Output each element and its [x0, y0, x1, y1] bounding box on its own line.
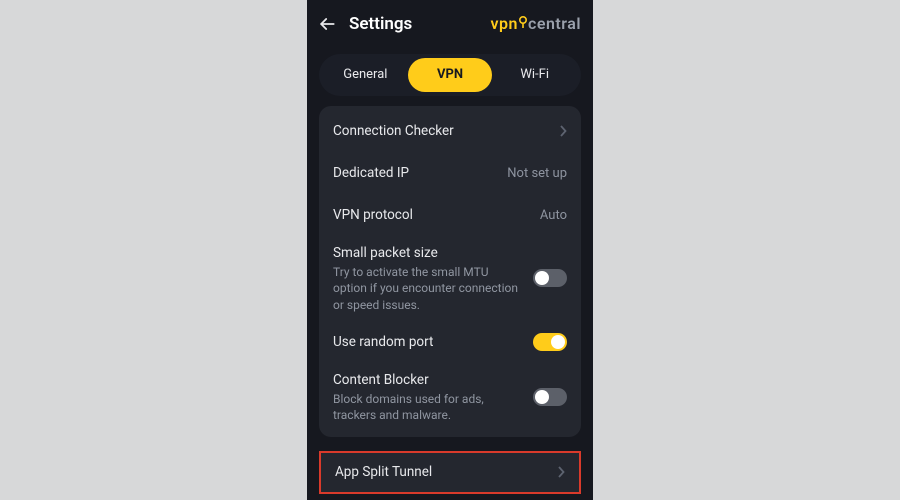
row-content-blocker: Content Blocker Block domains used for a…: [333, 363, 567, 432]
row-connection-checker[interactable]: Connection Checker: [333, 110, 567, 152]
dedicated-ip-label: Dedicated IP: [333, 164, 499, 182]
row-small-packet: Small packet size Try to activate the sm…: [333, 236, 567, 321]
tab-wifi[interactable]: Wi-Fi: [492, 58, 577, 92]
connection-checker-label: Connection Checker: [333, 122, 551, 140]
random-port-label: Use random port: [333, 333, 525, 351]
vpn-protocol-label: VPN protocol: [333, 206, 532, 224]
header: Settings vpn central: [307, 6, 593, 42]
dedicated-ip-value: Not set up: [507, 166, 567, 181]
vpn-protocol-value: Auto: [540, 208, 567, 223]
chevron-right-icon: [557, 466, 565, 478]
content-blocker-toggle[interactable]: [533, 388, 567, 406]
tab-general[interactable]: General: [323, 58, 408, 92]
random-port-toggle[interactable]: [533, 333, 567, 351]
small-packet-toggle[interactable]: [533, 269, 567, 287]
brand-part1: vpn: [491, 14, 518, 33]
row-dedicated-ip[interactable]: Dedicated IP Not set up: [333, 152, 567, 194]
brand-pin-icon: [518, 14, 528, 24]
row-random-port: Use random port: [333, 321, 567, 363]
row-app-split-tunnel[interactable]: App Split Tunnel: [319, 451, 581, 493]
tab-vpn[interactable]: VPN: [408, 58, 493, 92]
chevron-right-icon: [559, 125, 567, 137]
settings-tabs: General VPN Wi-Fi: [319, 54, 581, 96]
small-packet-desc: Try to activate the small MTU option if …: [333, 264, 523, 313]
app-split-tunnel-label: App Split Tunnel: [335, 463, 549, 481]
back-icon[interactable]: [317, 14, 337, 34]
row-vpn-protocol[interactable]: VPN protocol Auto: [333, 194, 567, 236]
content-blocker-desc: Block domains used for ads, trackers and…: [333, 391, 523, 423]
content-blocker-label: Content Blocker: [333, 371, 525, 389]
brand-logo: vpn central: [491, 14, 581, 33]
brand-part2: central: [528, 14, 581, 33]
vpn-settings-panel: Connection Checker Dedicated IP Not set …: [319, 106, 581, 437]
settings-screen: Settings vpn central General VPN Wi-Fi Co…: [307, 0, 593, 500]
page-title: Settings: [349, 14, 412, 34]
small-packet-label: Small packet size: [333, 244, 525, 262]
